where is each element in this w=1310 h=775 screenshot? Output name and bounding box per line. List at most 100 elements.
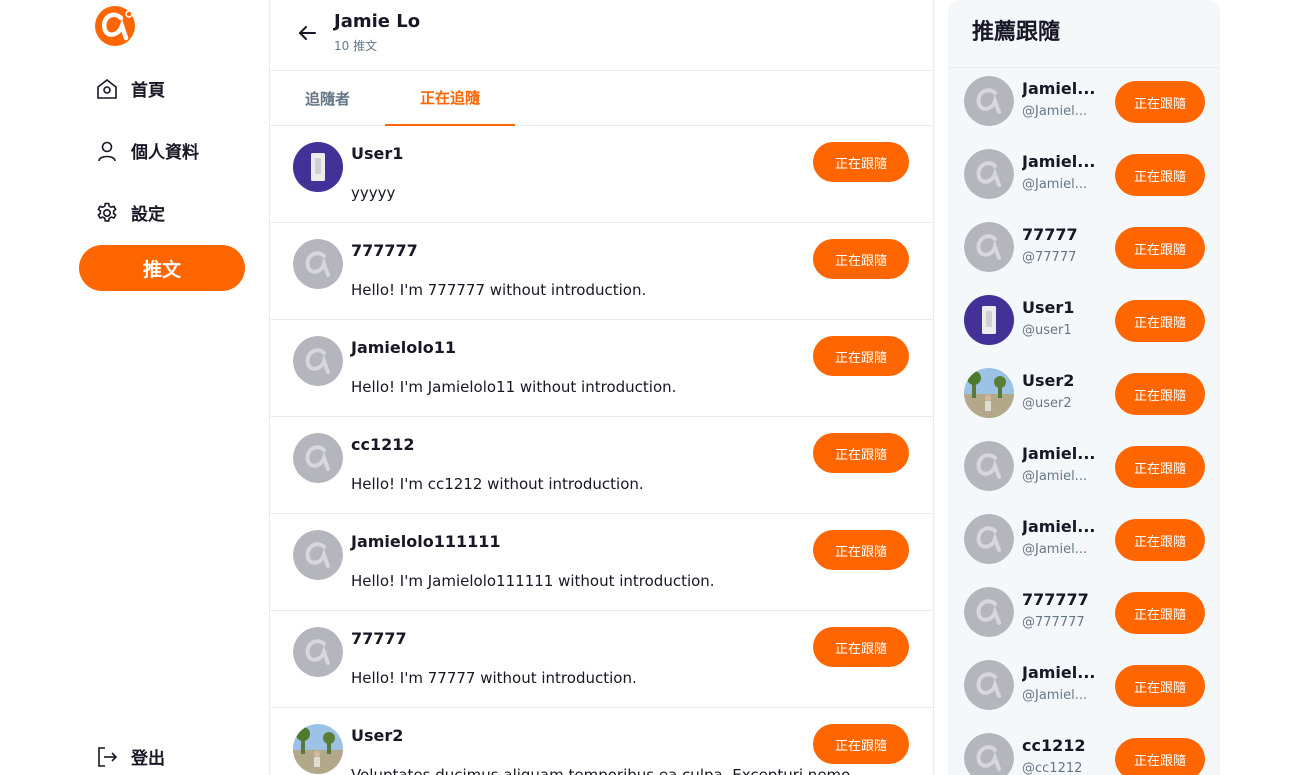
nav-settings-label: 設定: [131, 205, 165, 225]
following-button[interactable]: 正在跟隨: [813, 627, 909, 667]
back-arrow-icon[interactable]: [295, 21, 319, 45]
following-button[interactable]: 正在跟隨: [1115, 373, 1205, 415]
following-button[interactable]: 正在跟隨: [1115, 227, 1205, 269]
avatar[interactable]: [293, 142, 343, 192]
following-button[interactable]: 正在跟隨: [813, 239, 909, 279]
user-name[interactable]: cc1212: [351, 435, 415, 454]
following-button[interactable]: 正在跟隨: [813, 433, 909, 473]
following-button[interactable]: 正在跟隨: [813, 142, 909, 182]
following-button[interactable]: 正在跟隨: [813, 336, 909, 376]
user-name[interactable]: User1: [351, 144, 403, 163]
tab-following[interactable]: 正在追隨: [385, 71, 515, 126]
following-row[interactable]: Jamielolo11 Hello! I'm Jamielolo11 withou…: [270, 320, 933, 417]
recommend-panel: 推薦跟隨 Jamiel... @Jamiel... 正在跟隨 Jamiel... @Ja…: [948, 0, 1220, 775]
user-bio: Hello! I'm Jamielolo111111 without intro…: [351, 572, 715, 590]
recommend-name[interactable]: User2: [1022, 371, 1096, 390]
nav-profile[interactable]: 個人資料: [95, 138, 199, 163]
recommend-handle: @Jamiel...: [1022, 104, 1088, 119]
following-button[interactable]: 正在跟隨: [1115, 665, 1205, 707]
following-row[interactable]: cc1212 Hello! I'm cc1212 without introduc…: [270, 417, 933, 514]
avatar[interactable]: [964, 149, 1014, 199]
avatar[interactable]: [293, 239, 343, 289]
recommend-row[interactable]: 777777 @777777 正在跟隨: [948, 583, 1220, 656]
recommend-row[interactable]: Jamiel... @Jamiel... 正在跟隨: [948, 656, 1220, 729]
logout-button[interactable]: 登出: [95, 744, 165, 769]
user-name[interactable]: Jamielolo11: [351, 338, 456, 357]
recommend-handle: @Jamiel...: [1022, 542, 1088, 557]
user-bio: Hello! I'm 777777 without introduction.: [351, 281, 647, 299]
avatar[interactable]: [964, 222, 1014, 272]
divider: [948, 67, 1220, 68]
tab-followers[interactable]: 追隨者: [270, 71, 385, 126]
recommend-name[interactable]: Jamiel...: [1022, 152, 1096, 171]
user-bio: Hello! I'm cc1212 without introduction.: [351, 475, 644, 493]
home-icon: [95, 77, 119, 101]
recommend-name[interactable]: cc1212: [1022, 736, 1096, 755]
recommend-handle: @777777: [1022, 615, 1085, 630]
recommend-row[interactable]: cc1212 @cc1212 正在跟隨: [948, 729, 1220, 775]
avatar[interactable]: [293, 724, 343, 774]
following-button[interactable]: 正在跟隨: [1115, 446, 1205, 488]
following-row[interactable]: User1 yyyyy 正在跟隨: [270, 126, 933, 223]
avatar[interactable]: [964, 295, 1014, 345]
logout-icon: [95, 745, 119, 769]
following-row[interactable]: Jamielolo111111 Hello! I'm Jamielolo11111…: [270, 514, 933, 611]
recommend-handle: @Jamiel...: [1022, 688, 1088, 703]
recommend-handle: @Jamiel...: [1022, 177, 1088, 192]
recommend-handle: @Jamiel...: [1022, 469, 1088, 484]
recommend-row[interactable]: 77777 @77777 正在跟隨: [948, 218, 1220, 291]
user-bio: Hello! I'm Jamielolo11 without introduct…: [351, 378, 677, 396]
avatar[interactable]: [964, 441, 1014, 491]
tweet-button[interactable]: 推文: [79, 245, 245, 291]
following-button[interactable]: 正在跟隨: [1115, 592, 1205, 634]
following-row[interactable]: 777777 Hello! I'm 777777 without introduc…: [270, 223, 933, 320]
nav-home[interactable]: 首頁: [95, 76, 165, 101]
following-row[interactable]: 77777 Hello! I'm 77777 without introducti…: [270, 611, 933, 708]
avatar[interactable]: [293, 530, 343, 580]
following-button[interactable]: 正在跟隨: [813, 724, 909, 764]
following-button[interactable]: 正在跟隨: [1115, 300, 1205, 342]
recommend-row[interactable]: User2 @user2 正在跟隨: [948, 364, 1220, 437]
avatar[interactable]: [964, 587, 1014, 637]
user-name[interactable]: Jamielolo111111: [351, 532, 501, 551]
avatar[interactable]: [293, 433, 343, 483]
recommend-title: 推薦跟隨: [972, 20, 1061, 45]
recommend-name[interactable]: Jamiel...: [1022, 79, 1096, 98]
following-button[interactable]: 正在跟隨: [813, 530, 909, 570]
avatar[interactable]: [293, 627, 343, 677]
avatar[interactable]: [964, 76, 1014, 126]
following-button[interactable]: 正在跟隨: [1115, 154, 1205, 196]
avatar[interactable]: [964, 514, 1014, 564]
profile-name: Jamie Lo: [334, 11, 421, 32]
user-name[interactable]: User2: [351, 726, 403, 745]
user-name[interactable]: 777777: [351, 241, 418, 260]
recommend-name[interactable]: Jamiel...: [1022, 663, 1096, 682]
user-bio: Voluptates ducimus aliquam temporibus ea…: [351, 766, 851, 775]
avatar[interactable]: [964, 368, 1014, 418]
follow-tabs: 追隨者 正在追隨: [270, 71, 933, 126]
recommend-name[interactable]: User1: [1022, 298, 1096, 317]
recommend-row[interactable]: Jamiel... @Jamiel... 正在跟隨: [948, 72, 1220, 145]
recommend-name[interactable]: 777777: [1022, 590, 1096, 609]
avatar[interactable]: [964, 733, 1014, 775]
recommend-handle: @user2: [1022, 396, 1072, 411]
recommend-row[interactable]: Jamiel... @Jamiel... 正在跟隨: [948, 145, 1220, 218]
logo-icon[interactable]: [93, 4, 137, 48]
recommend-row[interactable]: Jamiel... @Jamiel... 正在跟隨: [948, 510, 1220, 583]
recommend-row[interactable]: Jamiel... @Jamiel... 正在跟隨: [948, 437, 1220, 510]
user-icon: [95, 139, 119, 163]
user-name[interactable]: 77777: [351, 629, 407, 648]
following-button[interactable]: 正在跟隨: [1115, 519, 1205, 561]
avatar[interactable]: [964, 660, 1014, 710]
following-button[interactable]: 正在跟隨: [1115, 81, 1205, 123]
recommend-name[interactable]: Jamiel...: [1022, 444, 1096, 463]
following-button[interactable]: 正在跟隨: [1115, 738, 1205, 775]
following-row[interactable]: User2 Voluptates ducimus aliquam temporib…: [270, 708, 933, 775]
recommend-row[interactable]: User1 @user1 正在跟隨: [948, 291, 1220, 364]
user-bio: yyyyy: [351, 184, 396, 202]
avatar[interactable]: [293, 336, 343, 386]
recommend-name[interactable]: Jamiel...: [1022, 517, 1096, 536]
recommend-name[interactable]: 77777: [1022, 225, 1096, 244]
nav-settings[interactable]: 設定: [95, 200, 165, 225]
tweet-count: 10 推文: [334, 39, 378, 53]
